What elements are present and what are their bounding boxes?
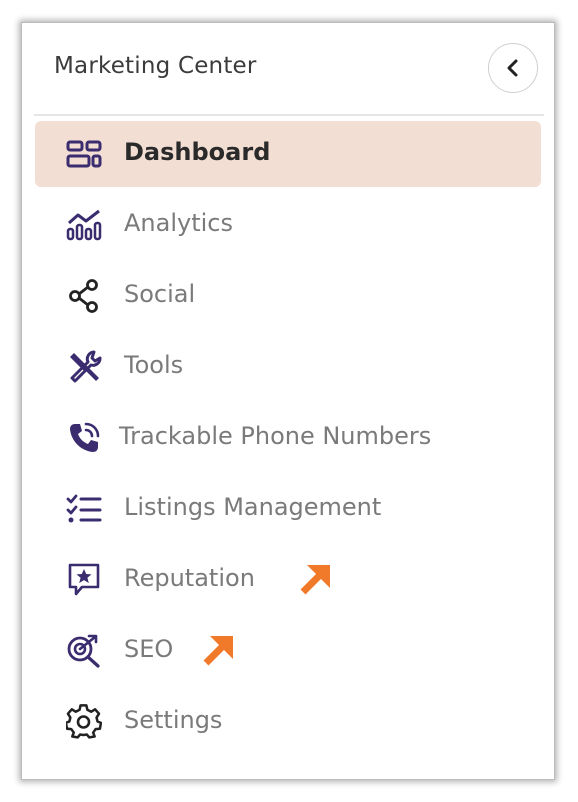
- external-arrow-icon: [297, 562, 333, 598]
- sidebar-item-label: SEO: [124, 635, 174, 663]
- sidebar-item-label: Tools: [124, 351, 184, 379]
- sidebar-item-reputation[interactable]: Reputation: [35, 547, 541, 613]
- sidebar-item-tools[interactable]: Tools: [35, 334, 541, 400]
- sidebar-item-label: Listings Management: [124, 493, 382, 521]
- star-message-icon: [65, 562, 103, 598]
- header-divider: [34, 114, 544, 116]
- sidebar-item-trackable-phone-numbers[interactable]: Trackable Phone Numbers: [35, 405, 541, 471]
- chevron-left-icon: [507, 59, 518, 77]
- gear-icon: [65, 704, 103, 740]
- sidebar-item-label: Analytics: [124, 209, 233, 237]
- external-arrow-icon: [200, 633, 236, 669]
- analytics-icon: [65, 207, 103, 243]
- sidebar-item-label: Settings: [124, 706, 223, 734]
- seo-target-icon: [65, 633, 103, 669]
- checklist-icon: [65, 491, 103, 527]
- sidebar-item-label: Social: [124, 280, 196, 308]
- tools-icon: [65, 349, 103, 385]
- sidebar-item-analytics[interactable]: Analytics: [35, 192, 541, 258]
- sidebar-item-social[interactable]: Social: [35, 263, 541, 329]
- collapse-button[interactable]: [488, 43, 538, 93]
- sidebar-item-dashboard[interactable]: Dashboard: [35, 121, 541, 187]
- sidebar-item-label: Dashboard: [124, 138, 271, 166]
- dashboard-icon: [65, 136, 103, 172]
- sidebar-item-listings-management[interactable]: Listings Management: [35, 476, 541, 542]
- sidebar-item-label: Trackable Phone Numbers: [119, 422, 432, 450]
- sidebar-item-seo[interactable]: SEO: [35, 618, 541, 684]
- share-icon: [65, 278, 103, 314]
- sidebar-item-settings[interactable]: Settings: [35, 689, 541, 755]
- panel-title: Marketing Center: [54, 53, 257, 79]
- panel-header: Marketing Center: [22, 23, 554, 115]
- marketing-center-panel: Marketing Center Dashboard Analytics Soc…: [21, 22, 555, 780]
- sidebar-item-label: Reputation: [124, 564, 255, 592]
- phone-call-icon: [65, 420, 103, 456]
